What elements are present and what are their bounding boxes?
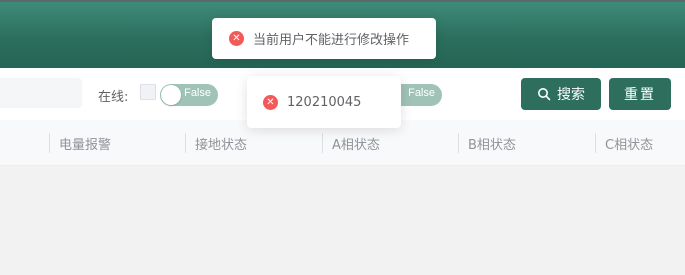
online-filter-label: 在线:: [98, 90, 129, 105]
column-header-label: 电量报警: [59, 137, 112, 153]
toggle-label: False: [184, 87, 211, 99]
toggle-label: False: [408, 87, 435, 99]
reset-button[interactable]: 重置: [609, 78, 671, 110]
toast-message: 120210045: [287, 94, 362, 110]
column-header[interactable]: B相状态: [458, 120, 594, 166]
column-header-label: C相状态: [605, 137, 654, 153]
column-header-label: A相状态: [332, 137, 380, 153]
toast-message: 当前用户不能进行修改操作: [253, 33, 410, 48]
column-divider: [595, 133, 596, 153]
error-toast: ✕ 120210045: [247, 76, 401, 128]
column-header[interactable]: 电量报警: [49, 120, 184, 166]
column-divider: [185, 133, 186, 153]
error-icon: ✕: [229, 31, 244, 46]
column-header-label: 接地状态: [195, 137, 248, 153]
error-icon: ✕: [263, 94, 278, 110]
column-divider: [458, 133, 459, 153]
reset-button-label: 重置: [624, 87, 656, 103]
toggle-knob: [161, 85, 181, 105]
search-input[interactable]: [0, 78, 82, 108]
search-icon: [538, 88, 551, 101]
online-checkbox[interactable]: [140, 84, 156, 100]
search-button[interactable]: 搜索: [521, 78, 601, 110]
column-header[interactable]: C相状态: [595, 120, 685, 166]
error-toast: ✕ 当前用户不能进行修改操作: [212, 18, 436, 59]
column-divider: [49, 133, 50, 153]
column-header-label: B相状态: [468, 137, 516, 153]
online-toggle[interactable]: False: [160, 84, 218, 106]
column-divider: [322, 133, 323, 153]
search-button-label: 搜索: [557, 87, 585, 103]
